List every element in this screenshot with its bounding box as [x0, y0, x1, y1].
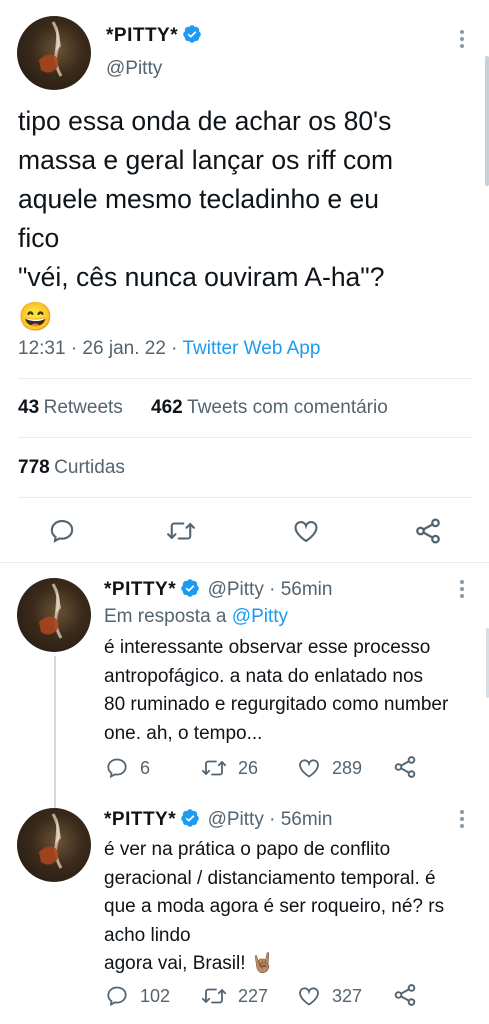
retweet-button[interactable]: 227	[200, 984, 268, 1008]
tweet-text-line: "véi, cês nunca ouviram A-ha"?	[18, 262, 385, 292]
verified-badge-icon	[181, 579, 199, 597]
avatar[interactable]	[17, 578, 91, 652]
divider	[0, 562, 489, 563]
share-icon[interactable]	[413, 516, 443, 551]
retweets-count: 43	[18, 397, 40, 418]
likes-count: 778	[18, 457, 50, 478]
reply-text: é ver na prática o papo de conflito gera…	[104, 836, 479, 979]
retweet-icon	[201, 760, 227, 776]
like-count: 289	[332, 757, 363, 778]
avatar-image	[39, 21, 63, 77]
reply-text-line: acho lindo	[104, 924, 191, 946]
like-icon	[299, 759, 319, 778]
display-name[interactable]: *PITTY*	[106, 25, 178, 46]
reply-text-line: é interessante observar esse processo	[104, 637, 431, 658]
handle-time[interactable]: @Pitty · 56min	[208, 579, 333, 600]
quotes-label: Tweets com comentário	[187, 397, 388, 418]
divider	[18, 378, 471, 379]
divider	[18, 437, 471, 438]
tweet-text-line: fico	[18, 223, 60, 253]
reply-icon	[107, 758, 127, 779]
reply-count: 6	[140, 757, 151, 778]
reply-to-link[interactable]: @Pitty	[232, 606, 288, 627]
retweet-stats[interactable]: 43 Retweets	[18, 397, 123, 419]
like-stats[interactable]: 778 Curtidas	[18, 457, 125, 479]
like-icon[interactable]	[292, 517, 320, 550]
display-name[interactable]: *PITTY*	[104, 809, 176, 830]
avatar-image	[39, 583, 63, 639]
reply-text: é interessante observar esse processo an…	[104, 634, 479, 748]
thread-line	[54, 656, 56, 808]
verified-badge-icon	[181, 809, 199, 827]
emoji: 😄	[18, 301, 53, 332]
quotes-count: 462	[151, 397, 183, 418]
reply-text-line: que a moda agora é ser roqueiro, né? rs	[104, 896, 445, 917]
retweet-count: 227	[238, 985, 269, 1006]
tweet-timestamp[interactable]: 12:31 · 26 jan. 22 ·	[18, 338, 182, 359]
likes-label: Curtidas	[54, 457, 125, 478]
scrollbar[interactable]	[485, 56, 489, 186]
retweet-icon	[201, 988, 227, 1004]
retweet-count: 26	[238, 757, 259, 778]
quote-stats[interactable]: 462 Tweets com comentário	[151, 397, 388, 419]
reply-icon[interactable]	[48, 517, 76, 550]
avatar[interactable]	[17, 16, 91, 90]
avatar-image	[39, 813, 63, 869]
reply-text-line: geracional / distanciamento temporal. é	[104, 867, 436, 889]
avatar[interactable]	[17, 808, 91, 882]
reply-text-line: agora vai, Brasil! 🤘🏽	[104, 953, 275, 974]
handle-time[interactable]: @Pitty · 56min	[208, 809, 333, 830]
retweet-icon[interactable]	[166, 517, 196, 550]
more-options-icon[interactable]	[455, 808, 469, 835]
reply-icon	[107, 986, 127, 1007]
more-options-icon[interactable]	[455, 28, 469, 50]
like-icon	[299, 987, 319, 1006]
reply-button[interactable]: 102	[104, 984, 170, 1008]
display-name[interactable]: *PITTY*	[104, 579, 176, 600]
like-button[interactable]: 289	[296, 756, 362, 780]
share-icon[interactable]	[392, 982, 418, 1013]
retweets-label: Retweets	[43, 397, 123, 418]
tweet-source-link[interactable]: Twitter Web App	[182, 338, 320, 359]
tweet-text-line: massa e geral lançar os riff com	[18, 145, 394, 175]
verified-badge-icon	[183, 25, 201, 43]
reply-text-line: antropofágico. a nata do enlatado nos	[104, 665, 424, 687]
reply-text-line: 80 ruminado e regurgitado como number	[104, 694, 449, 715]
tweet-text-line: tipo essa onda de achar os 80's	[18, 106, 392, 136]
reply-text-line: é ver na prática o papo de conflito	[104, 839, 391, 860]
reply-count: 102	[140, 985, 171, 1006]
like-button[interactable]: 327	[296, 984, 362, 1008]
like-count: 327	[332, 985, 363, 1006]
reply-to-label: Em resposta a	[104, 606, 232, 627]
retweet-button[interactable]: 26	[200, 756, 258, 780]
divider	[18, 497, 471, 498]
tweet-text: tipo essa onda de achar os 80's massa e …	[18, 102, 478, 336]
share-icon[interactable]	[392, 754, 418, 785]
tweet-text-line: aquele mesmo tecladinho e eu	[18, 184, 379, 214]
handle[interactable]: @Pitty	[106, 58, 162, 80]
reply-text-line: one. ah, o tempo...	[104, 722, 263, 744]
reply-button[interactable]: 6	[104, 756, 150, 780]
more-options-icon[interactable]	[455, 578, 469, 605]
